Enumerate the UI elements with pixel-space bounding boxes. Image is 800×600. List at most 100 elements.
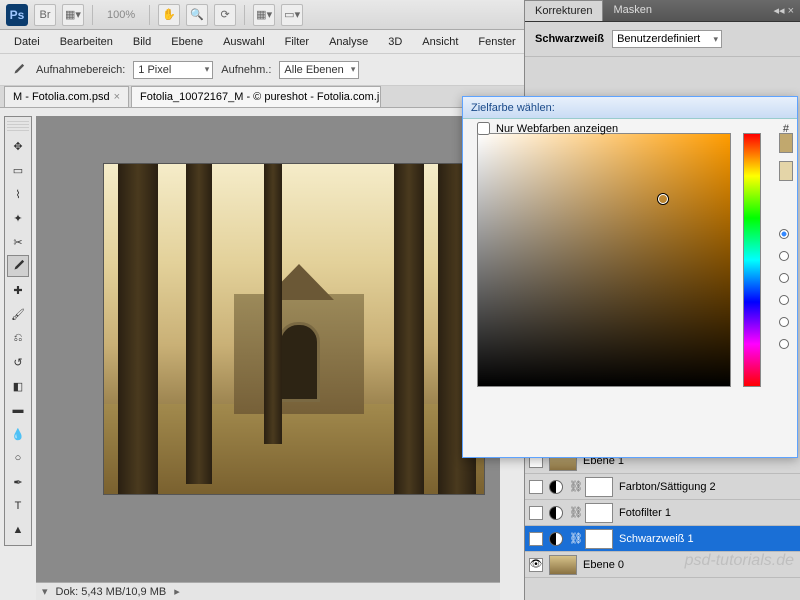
zoom-tool-button[interactable]: 🔍 — [186, 4, 208, 26]
arrange-docs-button[interactable]: ▦▾ — [253, 4, 275, 26]
document-tab-active[interactable]: Fotolia_10072167_M - © pureshot - Fotoli… — [131, 86, 381, 107]
crop-tool[interactable]: ✂ — [7, 231, 29, 253]
heal-tool[interactable]: ✚ — [7, 279, 29, 301]
layer-row[interactable]: Ebene 0 — [525, 552, 800, 578]
image-door — [278, 322, 320, 402]
radio-h[interactable] — [779, 229, 789, 239]
rotate-view-button[interactable]: ⟳ — [214, 4, 236, 26]
tab-korrekturen[interactable]: Korrekturen — [525, 0, 603, 21]
color-picker-body: Nur Webfarben anzeigen # — [463, 119, 797, 147]
menu-bearbeiten[interactable]: Bearbeiten — [52, 33, 121, 51]
link-icon: ⛓ — [569, 532, 579, 545]
document-tab[interactable]: M - Fotolia.com.psd × — [4, 86, 129, 107]
gradient-tool[interactable]: ▬ — [7, 399, 29, 421]
menu-fenster[interactable]: Fenster — [470, 33, 523, 51]
hand-tool-button[interactable]: ✋ — [158, 4, 180, 26]
radio-s[interactable] — [779, 251, 789, 261]
separator — [149, 5, 150, 25]
radio-b[interactable] — [779, 273, 789, 283]
layer-name: Ebene 0 — [583, 559, 624, 571]
history-brush-tool[interactable]: ↺ — [7, 351, 29, 373]
radio-g[interactable] — [779, 317, 789, 327]
tab-title: M - Fotolia.com.psd — [13, 91, 110, 103]
canvas-area[interactable] — [36, 116, 500, 582]
color-cursor[interactable] — [658, 194, 668, 204]
type-tool[interactable]: T — [7, 495, 29, 517]
pen-tool[interactable]: ✒ — [7, 471, 29, 493]
separator — [244, 5, 245, 25]
lasso-tool[interactable]: ⌇ — [7, 183, 29, 205]
marquee-tool[interactable]: ▭ — [7, 159, 29, 181]
panel-tabs: Korrekturen Masken ◂◂ × — [525, 0, 800, 22]
hex-label: # — [783, 123, 789, 135]
layer-row[interactable]: ⛓ Fotofilter 1 — [525, 500, 800, 526]
visibility-toggle[interactable] — [529, 480, 543, 494]
web-colors-checkbox[interactable] — [477, 122, 490, 135]
mask-thumbnail — [585, 503, 613, 523]
menu-analyse[interactable]: Analyse — [321, 33, 376, 51]
mask-thumbnail — [585, 529, 613, 549]
menu-ansicht[interactable]: Ansicht — [414, 33, 466, 51]
adjustment-name: Schwarzweiß — [535, 33, 604, 45]
current-color-swatch — [779, 161, 793, 181]
layer-name: Farbton/Sättigung 2 — [619, 481, 716, 493]
sample-size-dropdown[interactable]: 1 Pixel — [133, 61, 213, 79]
layout-preset-button[interactable]: ▦▾ — [62, 4, 84, 26]
tab-masken[interactable]: Masken — [603, 0, 662, 21]
menu-bild[interactable]: Bild — [125, 33, 159, 51]
doc-size: Dok: 5,43 MB/10,9 MB — [56, 586, 167, 598]
eyedropper-icon — [8, 60, 28, 80]
menu-auswahl[interactable]: Auswahl — [215, 33, 273, 51]
layer-thumbnail — [549, 555, 577, 575]
close-tab-icon[interactable]: × — [114, 91, 120, 103]
tools-palette: ✥ ▭ ⌇ ✦ ✂ ✚ 🖌 ⎌ ↺ ◧ ▬ 💧 ○ ✒ T ▲ — [4, 116, 32, 546]
eraser-tool[interactable]: ◧ — [7, 375, 29, 397]
visibility-toggle[interactable] — [529, 506, 543, 520]
screen-mode-button[interactable]: ▭▾ — [281, 4, 303, 26]
image-tree — [118, 164, 158, 494]
adjustment-header: Schwarzweiß Benutzerdefiniert — [525, 22, 800, 57]
adjustment-preset-dropdown[interactable]: Benutzerdefiniert — [612, 30, 722, 48]
layer-row[interactable]: ⛓ Farbton/Sättigung 2 — [525, 474, 800, 500]
saturation-value-field[interactable] — [477, 133, 731, 387]
sample-layers-label: Aufnehm.: — [221, 64, 271, 76]
visibility-toggle[interactable] — [529, 558, 543, 572]
link-icon: ⛓ — [569, 480, 579, 493]
separator — [92, 5, 93, 25]
tab-title: Fotolia_10072167_M - © pureshot - Fotoli… — [140, 91, 381, 103]
menu-3d[interactable]: 3D — [380, 33, 410, 51]
menu-datei[interactable]: Datei — [6, 33, 48, 51]
palette-grip[interactable] — [7, 121, 29, 131]
wand-tool[interactable]: ✦ — [7, 207, 29, 229]
menu-filter[interactable]: Filter — [277, 33, 317, 51]
move-tool[interactable]: ✥ — [7, 135, 29, 157]
photoshop-window: Ps Br ▦▾ 100% ✋ 🔍 ⟳ ▦▾ ▭▾ — ▢ × Datei Be… — [0, 0, 800, 600]
adjustment-icon — [549, 480, 563, 494]
layer-name: Schwarzweiß 1 — [619, 533, 694, 545]
hue-slider[interactable] — [743, 133, 761, 387]
bridge-button[interactable]: Br — [34, 4, 56, 26]
layer-name: Fotofilter 1 — [619, 507, 671, 519]
image-tree — [186, 164, 212, 484]
visibility-toggle[interactable] — [529, 532, 543, 546]
radio-bl[interactable] — [779, 339, 789, 349]
path-select-tool[interactable]: ▲ — [7, 519, 29, 541]
panel-collapse-icon[interactable]: ◂◂ × — [767, 0, 800, 21]
document-canvas[interactable] — [104, 164, 484, 494]
adjustment-icon — [549, 532, 563, 546]
zoom-level[interactable]: 100% — [101, 9, 141, 21]
dialog-titlebar[interactable]: Zielfarbe wählen: — [463, 97, 797, 119]
layers-panel: Ebene 1 ⛓ Farbton/Sättigung 2 ⛓ Fotofilt… — [525, 448, 800, 600]
blur-tool[interactable]: 💧 — [7, 423, 29, 445]
sample-layers-dropdown[interactable]: Alle Ebenen — [279, 61, 359, 79]
stamp-tool[interactable]: ⎌ — [7, 327, 29, 349]
zoom-field[interactable]: ▾ — [42, 585, 48, 598]
eyedropper-tool[interactable] — [7, 255, 29, 277]
link-icon: ⛓ — [569, 506, 579, 519]
radio-r[interactable] — [779, 295, 789, 305]
menu-ebene[interactable]: Ebene — [163, 33, 211, 51]
brush-tool[interactable]: 🖌 — [7, 303, 29, 325]
dodge-tool[interactable]: ○ — [7, 447, 29, 469]
status-menu-arrow[interactable]: ▸ — [174, 585, 180, 598]
layer-row-selected[interactable]: ⛓ Schwarzweiß 1 — [525, 526, 800, 552]
